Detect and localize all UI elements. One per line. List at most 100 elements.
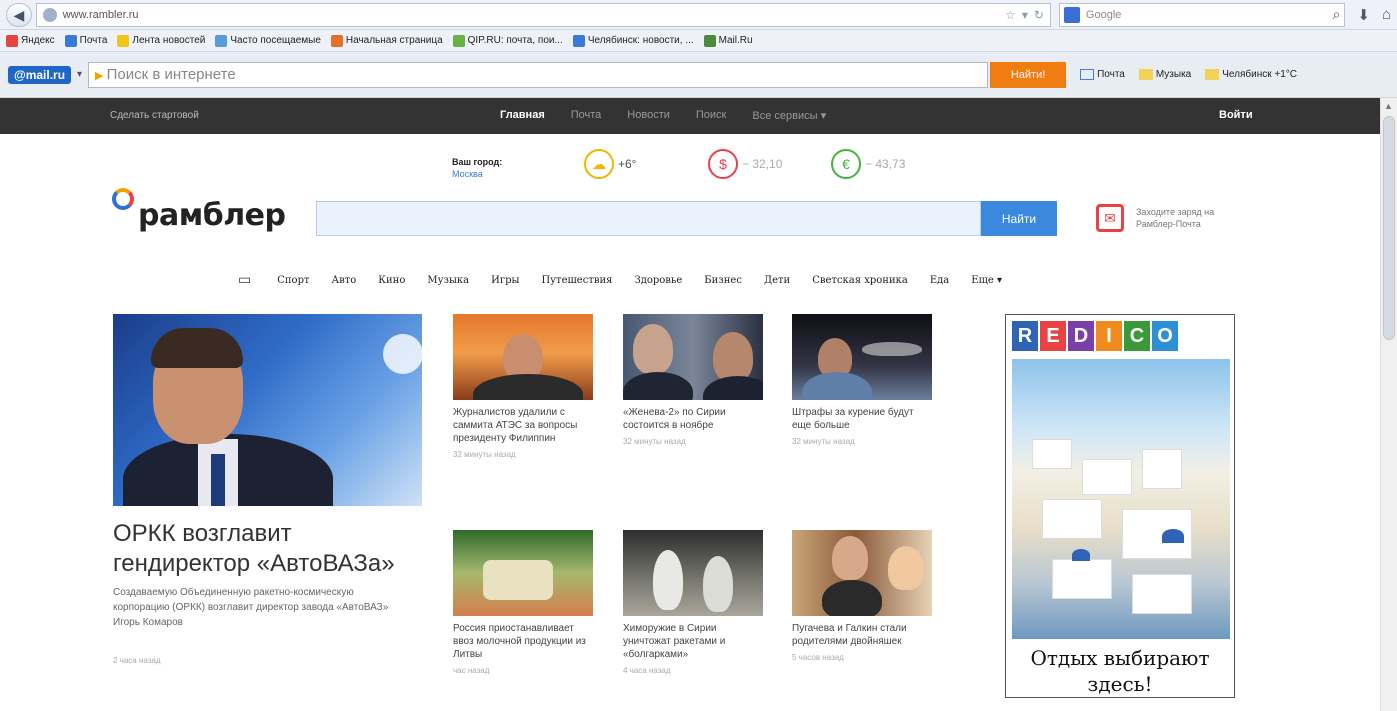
bookmark-favicon-icon bbox=[117, 34, 130, 47]
mail-icon bbox=[1080, 69, 1095, 80]
news-title[interactable]: Пугачева и Галкин стали родителями двойн… bbox=[792, 622, 932, 648]
dropdown-icon[interactable]: ▾ bbox=[1022, 8, 1028, 22]
featured-news-title[interactable]: ОРКК возглавит гендиректор «АвтоВАЗа» bbox=[113, 519, 423, 579]
mailru-search-placeholder[interactable]: Поиск в интернете bbox=[107, 66, 236, 83]
featured-news-description[interactable]: Создаваемую Объединенную ракетно-космиче… bbox=[113, 585, 413, 630]
mail-promo[interactable]: ✉ Заходите заряд на Рамблер-Почта bbox=[1096, 204, 1236, 232]
news-image[interactable] bbox=[453, 530, 593, 616]
home-icon[interactable]: ⌂ bbox=[1382, 6, 1391, 23]
rambler-logo[interactable]: рамблер bbox=[112, 188, 286, 233]
bookmark-label: Mail.Ru bbox=[718, 35, 753, 46]
search-icon[interactable]: ⌕ bbox=[1333, 6, 1341, 23]
address-bar[interactable]: www.rambler.ru ☆ ▾ ↻ bbox=[35, 2, 1051, 27]
image-figure bbox=[473, 374, 583, 400]
bookmark-item[interactable]: Челябинск: новости, ... bbox=[572, 34, 694, 47]
mailru-dropdown-icon[interactable]: ▾ bbox=[77, 69, 82, 80]
make-start-link[interactable]: Сделать стартовой bbox=[110, 110, 199, 121]
top-menu-item[interactable]: Все сервисы ▾ bbox=[752, 109, 826, 122]
bookmark-label: Почта bbox=[79, 35, 108, 46]
search-engine-icon[interactable] bbox=[1063, 6, 1080, 23]
mailru-find-button[interactable]: Найти! bbox=[990, 61, 1067, 88]
bookmark-item[interactable]: Начальная страница bbox=[330, 34, 443, 47]
page-scrollbar[interactable]: ▲ bbox=[1380, 98, 1397, 711]
category-link[interactable]: Еще ▾ bbox=[971, 275, 1002, 286]
mailru-logo[interactable]: @mail.ru bbox=[8, 65, 72, 84]
mailru-search-input[interactable]: ▸ Поиск в интернете bbox=[88, 61, 989, 88]
browser-search-box[interactable]: Google ⌕ bbox=[1058, 2, 1346, 27]
news-title[interactable]: Россия приостанавливает ввоз молочной пр… bbox=[453, 622, 593, 661]
bookmark-item[interactable]: Mail.Ru bbox=[703, 34, 753, 47]
mailru-music-link[interactable]: Музыка bbox=[1138, 69, 1191, 80]
category-link[interactable]: Кино bbox=[378, 275, 405, 286]
category-link[interactable]: Спорт bbox=[277, 275, 309, 286]
main-search-input[interactable] bbox=[316, 201, 981, 236]
bookmark-favicon-icon bbox=[703, 34, 716, 47]
usd-widget[interactable]: $ − 32,10 bbox=[708, 149, 782, 179]
category-link[interactable]: Светская хроника bbox=[812, 275, 908, 286]
back-button[interactable]: ◀ bbox=[6, 2, 32, 27]
weather-widget[interactable]: ☁ +6° bbox=[584, 149, 636, 179]
sun-cloud-icon: ☁ bbox=[584, 149, 614, 179]
city-widget[interactable]: Ваш город: Москва bbox=[452, 156, 502, 180]
category-link[interactable]: Дети bbox=[764, 275, 790, 286]
bookmark-item[interactable]: Почта bbox=[64, 34, 108, 47]
house-shape bbox=[1142, 449, 1182, 489]
category-link[interactable]: Бизнес bbox=[704, 275, 742, 286]
bookmark-item[interactable]: Лента новостей bbox=[117, 34, 205, 47]
news-image[interactable] bbox=[623, 530, 763, 616]
top-menu-item[interactable]: Поиск bbox=[696, 109, 726, 122]
bookmark-item[interactable]: Яндекс bbox=[6, 34, 55, 47]
mailru-mail-link[interactable]: Почта bbox=[1080, 69, 1125, 80]
news-card[interactable]: «Женева-2» по Сирии состоится в ноябре 3… bbox=[623, 314, 763, 446]
news-title[interactable]: Химоружие в Сирии уничтожат ракетами и «… bbox=[623, 622, 763, 661]
news-image[interactable] bbox=[453, 314, 593, 400]
redico-ad-banner[interactable]: REDICO Отдых выбирают здесь! bbox=[1005, 314, 1235, 698]
mailru-toolbar: @mail.ru ▾ ▸ Поиск в интернете Найти! По… bbox=[0, 52, 1397, 98]
bookmark-item[interactable]: Часто посещаемые bbox=[215, 34, 321, 47]
reload-icon[interactable]: ↻ bbox=[1034, 8, 1044, 22]
top-menu-item[interactable]: Новости bbox=[627, 109, 670, 122]
mail-promo-text[interactable]: Заходите заряд на Рамблер-Почта bbox=[1136, 206, 1236, 230]
url-text[interactable]: www.rambler.ru bbox=[63, 9, 999, 21]
download-icon[interactable]: ⬇ bbox=[1357, 6, 1370, 24]
news-title[interactable]: Журналистов удалили с саммита АТЭС за во… bbox=[453, 406, 593, 445]
scroll-up-icon[interactable]: ▲ bbox=[1384, 101, 1393, 111]
news-time: 32 минуты назад bbox=[623, 437, 686, 446]
category-link[interactable]: Путешествия bbox=[541, 275, 612, 286]
category-link[interactable]: Игры bbox=[491, 275, 519, 286]
tablet-icon[interactable]: ▭ bbox=[238, 272, 251, 288]
euro-widget[interactable]: € − 43,73 bbox=[831, 149, 905, 179]
news-card[interactable]: Россия приостанавливает ввоз молочной пр… bbox=[453, 530, 593, 675]
featured-news-image[interactable] bbox=[113, 314, 422, 506]
category-link[interactable]: Авто bbox=[332, 275, 357, 286]
news-image[interactable] bbox=[792, 314, 932, 400]
news-time: 32 минуты назад bbox=[792, 437, 855, 446]
redico-letter: E bbox=[1040, 321, 1066, 351]
bookmark-favicon-icon bbox=[330, 34, 343, 47]
top-menu-item[interactable]: Почта bbox=[571, 109, 602, 122]
top-menu-item[interactable]: Главная bbox=[500, 109, 545, 122]
category-link[interactable]: Здоровье bbox=[634, 275, 682, 286]
main-search-button[interactable]: Найти bbox=[981, 201, 1057, 236]
login-link[interactable]: Войти bbox=[1219, 109, 1253, 121]
category-link[interactable]: Музыка bbox=[427, 275, 469, 286]
city-name-link[interactable]: Москва bbox=[452, 168, 502, 180]
news-card[interactable]: Штрафы за курение будут еще больше 32 ми… bbox=[792, 314, 932, 446]
news-card[interactable]: Химоружие в Сирии уничтожат ракетами и «… bbox=[623, 530, 763, 675]
news-card[interactable]: Журналистов удалили с саммита АТЭС за во… bbox=[453, 314, 593, 459]
image-figure bbox=[483, 560, 553, 600]
bookmark-item[interactable]: QIP.RU: почта, пои... bbox=[452, 34, 563, 47]
image-figure bbox=[633, 324, 673, 374]
news-card[interactable]: Пугачева и Галкин стали родителями двойн… bbox=[792, 530, 932, 662]
news-image[interactable] bbox=[623, 314, 763, 400]
site-identity-icon[interactable] bbox=[42, 7, 57, 22]
news-title[interactable]: Штрафы за курение будут еще больше bbox=[792, 406, 932, 432]
scrollbar-thumb[interactable] bbox=[1383, 116, 1395, 340]
news-title[interactable]: «Женева-2» по Сирии состоится в ноябре bbox=[623, 406, 763, 432]
weather-icon bbox=[1205, 69, 1220, 80]
mailru-weather-link[interactable]: Челябинск +1°C bbox=[1205, 69, 1297, 80]
category-link[interactable]: Еда bbox=[930, 275, 949, 286]
news-image[interactable] bbox=[792, 530, 932, 616]
bookmark-star-icon[interactable]: ☆ bbox=[1005, 8, 1016, 22]
featured-news-time: 2 часа назад bbox=[113, 656, 161, 665]
